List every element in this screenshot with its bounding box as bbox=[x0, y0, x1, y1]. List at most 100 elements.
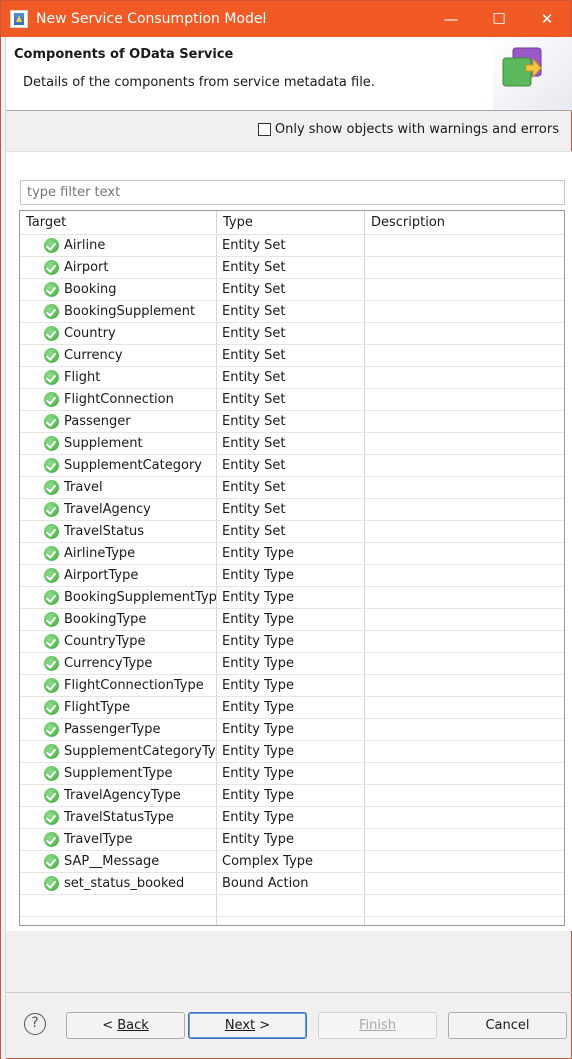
table-row[interactable]: SupplementType Entity Type bbox=[20, 763, 564, 785]
cell-description bbox=[365, 565, 564, 586]
cell-target: CurrencyType bbox=[20, 653, 217, 674]
target-name: Supplement bbox=[64, 436, 143, 451]
table-row[interactable]: TravelStatus Entity Set bbox=[20, 521, 564, 543]
cell-type: Entity Set bbox=[217, 345, 365, 366]
cell-description bbox=[365, 367, 564, 388]
check-circle-icon bbox=[44, 304, 59, 319]
empty-row bbox=[20, 895, 564, 917]
table-row[interactable]: BookingType Entity Type bbox=[20, 609, 564, 631]
target-name: TravelAgency bbox=[64, 502, 151, 517]
table-header: Target Type Description bbox=[20, 211, 564, 235]
column-header-description[interactable]: Description bbox=[365, 211, 564, 234]
cell-type: Entity Type bbox=[217, 609, 365, 630]
cell-type: Entity Type bbox=[217, 829, 365, 850]
maximize-button[interactable]: ☐ bbox=[475, 1, 523, 37]
cell-type: Entity Type bbox=[217, 631, 365, 652]
back-button[interactable]: < Back bbox=[66, 1012, 185, 1039]
cell-target: Country bbox=[20, 323, 217, 344]
check-circle-icon bbox=[44, 348, 59, 363]
cell-description bbox=[365, 499, 564, 520]
filter-input[interactable] bbox=[20, 180, 565, 205]
cell-type: Entity Set bbox=[217, 389, 365, 410]
finish-button[interactable]: Finish bbox=[318, 1012, 437, 1039]
cell-target: Supplement bbox=[20, 433, 217, 454]
check-circle-icon bbox=[44, 700, 59, 715]
cell-type: Entity Set bbox=[217, 477, 365, 498]
cell-target: SupplementCategory bbox=[20, 455, 217, 476]
table-row[interactable]: Flight Entity Set bbox=[20, 367, 564, 389]
table-row[interactable]: SupplementCategoryType Entity Type bbox=[20, 741, 564, 763]
check-circle-icon bbox=[44, 876, 59, 891]
table-row[interactable]: CurrencyType Entity Type bbox=[20, 653, 564, 675]
target-name: Airport bbox=[64, 260, 109, 275]
next-button[interactable]: Next > bbox=[188, 1012, 307, 1039]
cell-target: SupplementCategoryType bbox=[20, 741, 217, 762]
table-row[interactable]: TravelType Entity Type bbox=[20, 829, 564, 851]
minimize-button[interactable]: — bbox=[427, 1, 475, 37]
cell-type: Entity Type bbox=[217, 653, 365, 674]
cell-target: set_status_booked bbox=[20, 873, 217, 894]
check-circle-icon bbox=[44, 326, 59, 341]
table-row[interactable]: Supplement Entity Set bbox=[20, 433, 564, 455]
target-name: Passenger bbox=[64, 414, 131, 429]
table-row[interactable]: BookingSupplementType Entity Type bbox=[20, 587, 564, 609]
dialog-window: New Service Consumption Model — ☐ ✕ Comp… bbox=[0, 0, 572, 1059]
table-row[interactable]: Airport Entity Set bbox=[20, 257, 564, 279]
empty-cell bbox=[365, 917, 564, 925]
column-header-target[interactable]: Target bbox=[20, 211, 217, 234]
table-row[interactable]: BookingSupplement Entity Set bbox=[20, 301, 564, 323]
cell-description bbox=[365, 873, 564, 894]
table-row[interactable]: PassengerType Entity Type bbox=[20, 719, 564, 741]
table-row[interactable]: FlightType Entity Type bbox=[20, 697, 564, 719]
cell-type: Entity Type bbox=[217, 741, 365, 762]
table-row[interactable]: SupplementCategory Entity Set bbox=[20, 455, 564, 477]
target-name: TravelAgencyType bbox=[64, 788, 181, 803]
cell-type: Entity Set bbox=[217, 433, 365, 454]
cell-type: Entity Set bbox=[217, 499, 365, 520]
table-row[interactable]: SAP__Message Complex Type bbox=[20, 851, 564, 873]
help-icon[interactable]: ? bbox=[24, 1013, 46, 1035]
warnings-only-checkbox[interactable] bbox=[257, 123, 271, 136]
table-row[interactable]: Airline Entity Set bbox=[20, 235, 564, 257]
cancel-button[interactable]: Cancel bbox=[448, 1012, 567, 1039]
cell-target: TravelType bbox=[20, 829, 217, 850]
cell-type: Complex Type bbox=[217, 851, 365, 872]
cell-target: FlightConnectionType bbox=[20, 675, 217, 696]
table-row[interactable]: CountryType Entity Type bbox=[20, 631, 564, 653]
cell-target: TravelAgency bbox=[20, 499, 217, 520]
cell-description bbox=[365, 257, 564, 278]
table-row[interactable]: FlightConnectionType Entity Type bbox=[20, 675, 564, 697]
check-circle-icon bbox=[44, 590, 59, 605]
cell-target: AirlineType bbox=[20, 543, 217, 564]
table-row[interactable]: TravelAgencyType Entity Type bbox=[20, 785, 564, 807]
cell-description bbox=[365, 521, 564, 542]
table-row[interactable]: Country Entity Set bbox=[20, 323, 564, 345]
warnings-filter-option[interactable]: Only show objects with warnings and erro… bbox=[257, 122, 559, 137]
page-description: Details of the components from service m… bbox=[23, 75, 375, 90]
cell-type: Entity Type bbox=[217, 719, 365, 740]
cell-type: Entity Set bbox=[217, 235, 365, 256]
column-header-type[interactable]: Type bbox=[217, 211, 365, 234]
table-row[interactable]: Passenger Entity Set bbox=[20, 411, 564, 433]
cell-target: Flight bbox=[20, 367, 217, 388]
table-row[interactable]: TravelAgency Entity Set bbox=[20, 499, 564, 521]
table-row[interactable]: TravelStatusType Entity Type bbox=[20, 807, 564, 829]
empty-cell bbox=[20, 895, 217, 916]
cell-target: BookingSupplementType bbox=[20, 587, 217, 608]
table-row[interactable]: Travel Entity Set bbox=[20, 477, 564, 499]
empty-cell bbox=[217, 895, 365, 916]
cell-type: Entity Type bbox=[217, 807, 365, 828]
cell-target: TravelAgencyType bbox=[20, 785, 217, 806]
empty-cell bbox=[217, 917, 365, 925]
empty-row bbox=[20, 917, 564, 925]
table-row[interactable]: AirportType Entity Type bbox=[20, 565, 564, 587]
empty-cell bbox=[20, 917, 217, 925]
close-button[interactable]: ✕ bbox=[523, 1, 571, 37]
target-name: BookingType bbox=[64, 612, 147, 627]
table-row[interactable]: set_status_booked Bound Action bbox=[20, 873, 564, 895]
table-row[interactable]: FlightConnection Entity Set bbox=[20, 389, 564, 411]
cell-target: FlightConnection bbox=[20, 389, 217, 410]
table-row[interactable]: Booking Entity Set bbox=[20, 279, 564, 301]
table-row[interactable]: AirlineType Entity Type bbox=[20, 543, 564, 565]
table-row[interactable]: Currency Entity Set bbox=[20, 345, 564, 367]
